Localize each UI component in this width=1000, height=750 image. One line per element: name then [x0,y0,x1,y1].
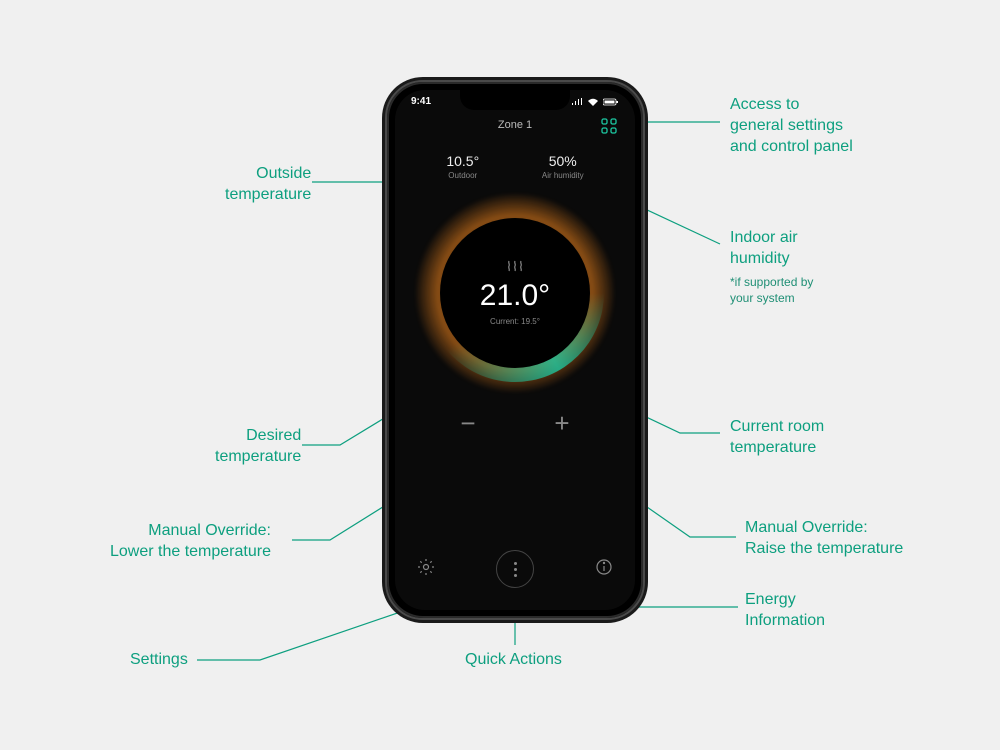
settings-icon[interactable] [417,558,435,581]
ann-current: Current roomtemperature [730,417,824,459]
ann-humidity-note: *if supported byyour system [730,275,813,306]
target-temperature: 21.0° [480,279,550,313]
dial-face: 21.0° Current: 19.5° [440,218,590,368]
energy-info-icon[interactable] [595,558,613,581]
current-temperature: Current: 19.5° [490,317,540,326]
control-panel-icon[interactable] [601,118,617,137]
readings-row: 10.5° Outdoor 50% Air humidity [395,153,635,180]
ann-quick: Quick Actions [465,650,562,671]
ann-desired: Desiredtemperature [215,426,301,468]
ann-raise: Manual Override:Raise the temperature [745,518,903,560]
status-icons [571,96,619,107]
ann-settings: Settings [130,650,188,671]
phone-screen: 9:41 Zone 1 10.5° Outdoor 50% Air humidi… [395,90,635,610]
phone-notch [460,90,570,110]
ann-lower: Manual Override:Lower the temperature [110,521,271,563]
humidity-label: Air humidity [542,171,584,180]
outdoor-value: 10.5° [446,153,479,169]
humidity-reading: 50% Air humidity [542,153,584,180]
phone-frame: 9:41 Zone 1 10.5° Outdoor 50% Air humidi… [385,80,645,620]
ann-energy: EnergyInformation [745,590,825,632]
humidity-value: 50% [542,153,584,169]
temperature-dial[interactable]: 21.0° Current: 19.5° [430,208,600,378]
quick-actions-button[interactable] [496,550,534,588]
zone-label[interactable]: Zone 1 [498,119,532,131]
raise-temperature-button[interactable]: + [542,408,582,439]
outdoor-reading: 10.5° Outdoor [446,153,479,180]
lower-temperature-button[interactable]: − [448,408,488,439]
heat-icon [506,260,524,275]
status-time: 9:41 [411,96,431,107]
adjust-row: − + [395,408,635,439]
ann-humidity: Indoor airhumidity [730,228,798,270]
bottom-bar [395,550,635,588]
outdoor-label: Outdoor [446,171,479,180]
ann-panel: Access togeneral settingsand control pan… [730,95,853,157]
zone-bar: Zone 1 [395,119,635,131]
ann-outside: Outsidetemperature [225,164,311,206]
